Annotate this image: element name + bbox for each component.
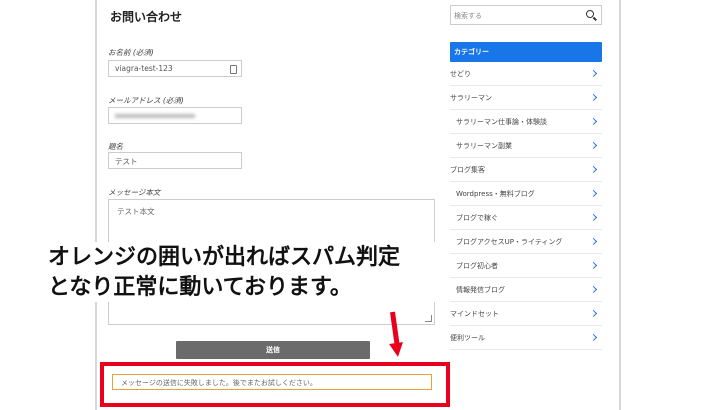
page-title: お問い合わせ	[110, 10, 183, 24]
chevron-right-icon	[589, 189, 598, 198]
category-item-label: ブログで稼ぐ	[456, 214, 498, 222]
chevron-right-icon	[589, 165, 598, 174]
search-input[interactable]: 検索する	[450, 5, 602, 25]
category-item-label: サラリーマン	[450, 94, 492, 102]
category-item[interactable]: ブログ集客	[450, 158, 602, 182]
chevron-right-icon	[589, 285, 598, 294]
chevron-right-icon	[589, 309, 598, 318]
category-item[interactable]: サラリーマン	[450, 86, 602, 110]
chevron-right-icon	[589, 69, 598, 78]
name-label: お名前 (必須)	[108, 48, 154, 57]
resize-handle[interactable]	[425, 315, 432, 322]
email-value-blurred	[115, 114, 195, 118]
category-item[interactable]: せどり	[450, 62, 602, 86]
chevron-right-icon	[589, 261, 598, 270]
chevron-right-icon	[589, 117, 598, 126]
category-item[interactable]: 情報発信ブログ	[450, 278, 602, 302]
category-item-label: ブログアクセスUP・ライティング	[456, 238, 563, 246]
category-item-label: サラリーマン副業	[456, 142, 512, 150]
email-field[interactable]	[108, 107, 242, 124]
chevron-right-icon	[589, 93, 598, 102]
chevron-right-icon	[589, 141, 598, 150]
right-divider	[619, 0, 621, 410]
name-field[interactable]: viagra-test-123	[108, 60, 242, 77]
category-item[interactable]: Wordpress・無料ブログ	[450, 182, 602, 206]
category-item[interactable]: サラリーマン仕事論・体験談	[450, 110, 602, 134]
left-divider	[95, 0, 97, 410]
error-message: メッセージの送信に失敗しました。後でまたお試しください。	[112, 374, 432, 390]
category-item[interactable]: ブログアクセスUP・ライティング	[450, 230, 602, 254]
contact-form: お問い合わせ お名前 (必須) viagra-test-123 メールアドレス …	[98, 0, 438, 410]
annotation-line-2: となり正常に動いております。	[48, 274, 352, 300]
category-item[interactable]: ブログ初心者	[450, 254, 602, 278]
category-item-label: Wordpress・無料ブログ	[456, 190, 535, 198]
category-item[interactable]: ブログで稼ぐ	[450, 206, 602, 230]
category-item-label: サラリーマン仕事論・体験談	[456, 118, 547, 126]
chevron-right-icon	[589, 237, 598, 246]
autofill-icon[interactable]	[230, 65, 237, 74]
category-item-label: せどり	[450, 70, 471, 78]
chevron-right-icon	[589, 213, 598, 222]
name-value: viagra-test-123	[115, 64, 173, 73]
message-label: メッセージ本文	[108, 188, 161, 197]
category-item[interactable]: 便利ツール	[450, 326, 602, 350]
red-arrow-head	[389, 342, 405, 358]
search-placeholder: 検索する	[454, 12, 482, 20]
annotation-text: オレンジの囲いが出ればスパム判定 となり正常に動いております。	[44, 242, 472, 302]
subject-label: 題名	[108, 142, 123, 151]
sidebar: 検索する カテゴリー せどりサラリーマンサラリーマン仕事論・体験談 サラリーマン副…	[450, 0, 604, 410]
category-header: カテゴリー	[450, 42, 602, 62]
message-value: テスト本文	[117, 207, 155, 216]
category-item[interactable]: サラリーマン副業	[450, 134, 602, 158]
category-item-label: 便利ツール	[450, 334, 485, 342]
category-item[interactable]: マインドセット	[450, 302, 602, 326]
search-icon[interactable]	[586, 10, 594, 18]
email-label: メールアドレス (必須)	[108, 96, 184, 105]
subject-value: テスト	[115, 157, 138, 166]
category-item-label: ブログ初心者	[456, 262, 498, 270]
chevron-right-icon	[589, 333, 598, 342]
category-item-label: 情報発信ブログ	[456, 286, 505, 294]
category-item-label: マインドセット	[450, 310, 499, 318]
submit-button[interactable]: 送信	[176, 341, 370, 359]
subject-field[interactable]: テスト	[108, 152, 242, 169]
category-item-label: ブログ集客	[450, 166, 485, 174]
annotation-line-1: オレンジの囲いが出ればスパム判定	[48, 244, 401, 270]
